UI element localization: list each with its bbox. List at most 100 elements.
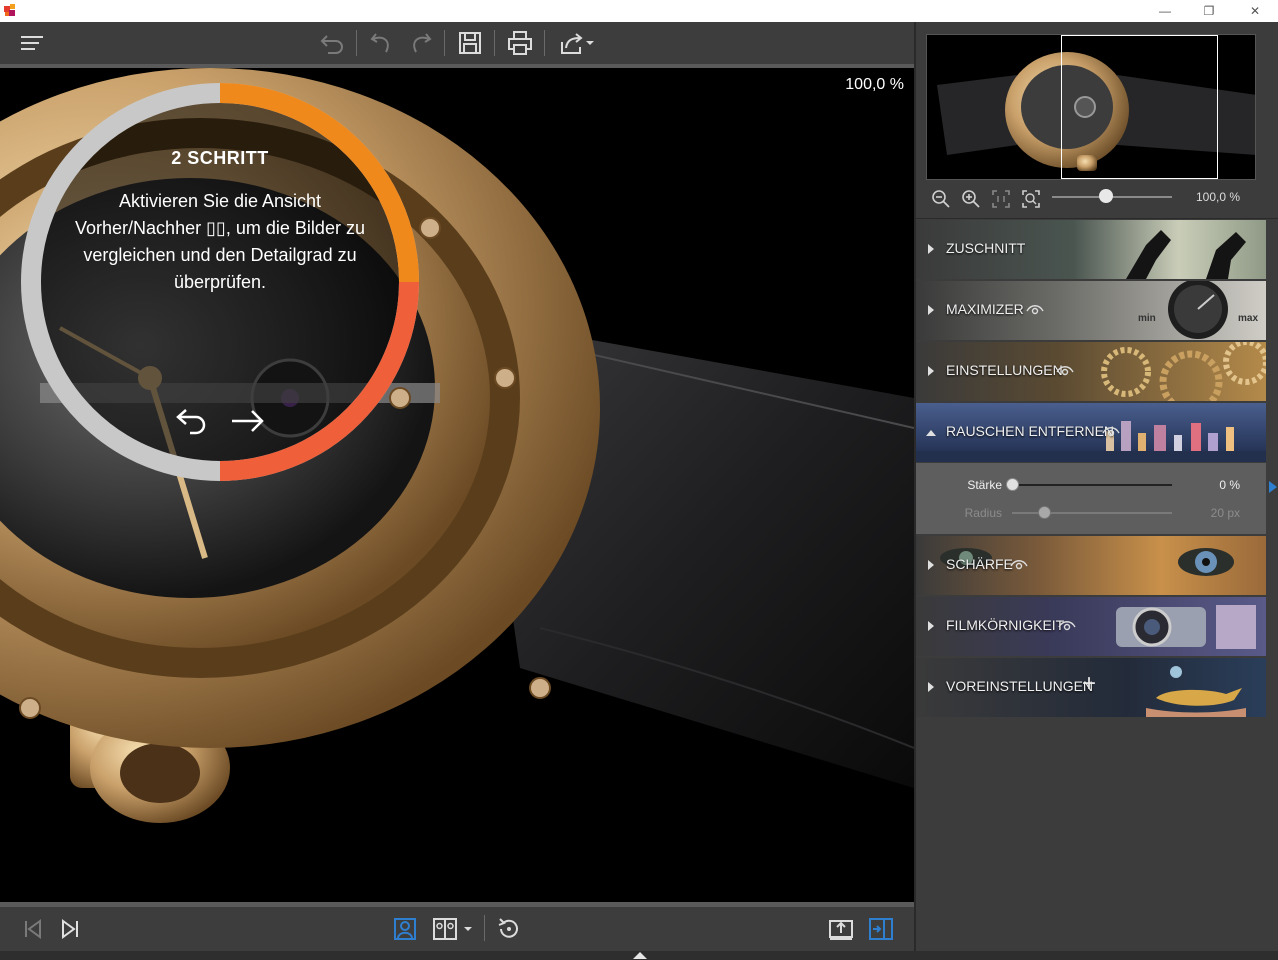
dial-max-label: max xyxy=(1238,313,1259,324)
first-image-button[interactable] xyxy=(18,915,48,943)
panel-separator xyxy=(916,218,1278,219)
noise-controls: Stärke 0 % Radius 20 px xyxy=(916,463,1266,534)
before-after-button[interactable] xyxy=(430,915,474,943)
toolbar-separator xyxy=(494,30,495,56)
section-maximizer[interactable]: MAXIMIZER min max xyxy=(916,281,1266,340)
expand-arrow-icon xyxy=(928,560,934,570)
print-icon xyxy=(508,31,532,55)
last-image-button[interactable] xyxy=(55,915,85,943)
last-image-icon xyxy=(62,919,78,939)
image-viewer[interactable]: 100,0 % 2 SCHRITT Aktivieren Sie die Ans… xyxy=(0,68,914,902)
zoom-slider-handle[interactable] xyxy=(1099,189,1113,203)
print-button[interactable] xyxy=(504,28,536,58)
menu-button[interactable] xyxy=(16,28,48,58)
radius-value: 20 px xyxy=(1210,506,1240,520)
right-panel: 100,0 % ZUSCHNITT MAXIMIZER min max EINS… xyxy=(914,22,1278,951)
bottom-toolbar xyxy=(0,907,914,951)
section-label: EINSTELLUNGEN xyxy=(946,362,1063,378)
single-view-button[interactable] xyxy=(390,915,420,943)
visibility-eye-icon[interactable] xyxy=(1010,558,1028,572)
menu-icon xyxy=(21,36,43,50)
add-preset-button[interactable]: + xyxy=(1082,671,1096,697)
visibility-eye-icon[interactable] xyxy=(1056,364,1074,378)
dial-min-label: min xyxy=(1138,313,1156,324)
zoom-actual-size-icon[interactable] xyxy=(990,188,1012,210)
undo-icon xyxy=(370,33,389,53)
visibility-eye-icon[interactable] xyxy=(1058,619,1076,633)
undo-button[interactable] xyxy=(366,28,398,58)
section-rauschen-entfernen[interactable]: RAUSCHEN ENTFERNEN xyxy=(916,403,1266,462)
toolbar-separator xyxy=(544,30,545,56)
tutorial-prev-button[interactable] xyxy=(172,404,212,438)
undo-all-icon xyxy=(320,35,343,54)
section-filmkoernigkeit[interactable]: FILMKÖRNIGKEIT xyxy=(916,597,1266,656)
chevron-down-icon xyxy=(464,927,472,931)
arrow-right-icon xyxy=(232,410,264,432)
expand-arrow-icon xyxy=(928,682,934,692)
tutorial-text: Aktivieren Sie die Ansicht Vorher/Nachhe… xyxy=(75,191,365,292)
redo-button[interactable] xyxy=(404,28,436,58)
first-image-icon xyxy=(25,919,41,939)
before-after-icon xyxy=(433,918,457,940)
rotate-icon xyxy=(498,918,518,938)
zoom-fit-icon[interactable] xyxy=(1020,188,1042,210)
rotate-button[interactable] xyxy=(494,915,524,943)
section-zuschnitt[interactable]: ZUSCHNITT xyxy=(916,220,1266,279)
section-label: VOREINSTELLUNGEN xyxy=(946,678,1094,694)
navigator-viewport-rect[interactable] xyxy=(1061,35,1218,179)
visibility-eye-icon[interactable] xyxy=(1102,425,1120,439)
navigator-preview[interactable] xyxy=(926,34,1256,180)
radius-label: Radius xyxy=(964,506,1002,520)
section-einstellungen[interactable]: EINSTELLUNGEN xyxy=(916,342,1266,401)
radius-slider-track xyxy=(1012,512,1172,514)
app-window: — ❐ ✕ 100,0 % 2 SCHRITT Aktivieren Sie d… xyxy=(0,0,1278,960)
save-icon xyxy=(459,32,481,54)
expand-arrow-icon xyxy=(928,366,934,376)
share-icon xyxy=(561,33,583,54)
section-voreinstellungen[interactable]: VOREINSTELLUNGEN + xyxy=(916,658,1266,717)
expand-arrow-icon xyxy=(928,244,934,254)
toolbar-separator xyxy=(356,30,357,56)
strength-slider-track[interactable] xyxy=(1012,484,1172,486)
restore-button[interactable]: ❐ xyxy=(1186,0,1232,22)
tutorial-next-button[interactable] xyxy=(228,404,268,438)
single-view-icon xyxy=(394,918,416,940)
undo-all-button[interactable] xyxy=(316,28,348,58)
close-button[interactable]: ✕ xyxy=(1232,0,1278,22)
visibility-eye-icon[interactable] xyxy=(1026,303,1044,317)
app-logo-icon xyxy=(4,4,15,16)
radius-slider-handle xyxy=(1038,506,1051,519)
save-button[interactable] xyxy=(454,28,486,58)
panel-toggle-button[interactable] xyxy=(866,915,896,943)
redo-icon xyxy=(413,33,432,53)
section-label: FILMKÖRNIGKEIT xyxy=(946,617,1065,633)
bottombar-separator xyxy=(484,915,485,941)
panel-toggle-icon xyxy=(869,918,893,940)
arrow-back-icon xyxy=(176,409,206,435)
export-icon xyxy=(829,920,853,940)
export-button[interactable] xyxy=(826,915,856,943)
section-label: ZUSCHNITT xyxy=(946,240,1026,256)
share-button[interactable] xyxy=(554,28,598,58)
viewer-zoom-readout: 100,0 % xyxy=(845,76,904,93)
main-toolbar xyxy=(0,22,914,64)
zoom-in-icon[interactable] xyxy=(960,188,982,210)
section-label: RAUSCHEN ENTFERNEN xyxy=(946,423,1115,439)
expand-arrow-icon xyxy=(928,305,934,315)
zoom-out-icon[interactable] xyxy=(930,188,952,210)
toolbar-separator xyxy=(444,30,445,56)
zoom-value: 100,0 % xyxy=(1196,190,1241,204)
collapse-arrow-icon xyxy=(926,430,936,436)
tutorial-overlay: 2 SCHRITT Aktivieren Sie die Ansicht Vor… xyxy=(20,82,420,482)
section-schaerfe[interactable]: SCHÄRFE xyxy=(916,536,1266,595)
tutorial-step-title: 2 SCHRITT xyxy=(171,148,269,168)
expand-arrow-icon xyxy=(928,621,934,631)
strength-label: Stärke xyxy=(967,478,1002,492)
section-label: MAXIMIZER xyxy=(946,301,1024,317)
strength-slider-handle[interactable] xyxy=(1006,478,1019,491)
chevron-down-icon xyxy=(586,41,594,45)
collapse-bottom-icon[interactable] xyxy=(633,952,647,959)
minimize-button[interactable]: — xyxy=(1142,0,1188,22)
panel-side-arrow-icon[interactable] xyxy=(1269,481,1277,493)
title-bar: — ❐ ✕ xyxy=(0,0,1278,22)
